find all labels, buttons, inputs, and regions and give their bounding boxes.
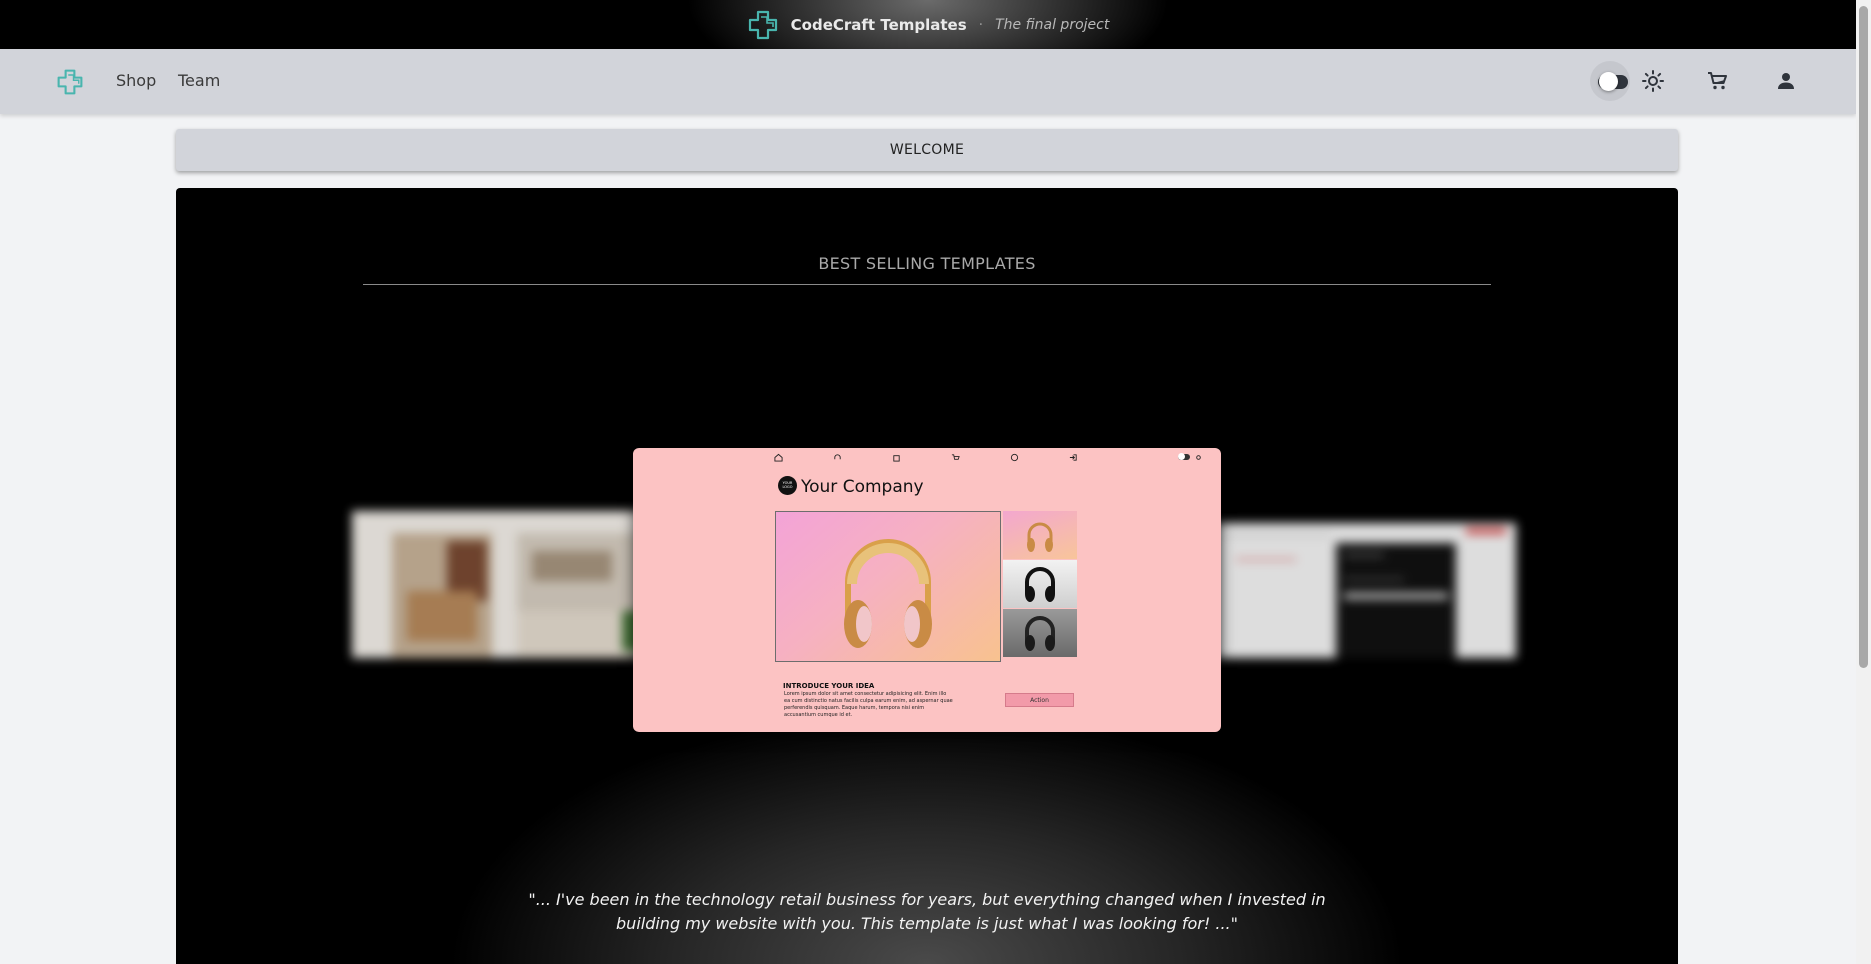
title-divider [363, 284, 1491, 285]
interior-template-thumbnail [352, 511, 642, 658]
codecraft-logo-icon[interactable] [747, 9, 779, 41]
home-logo-icon[interactable] [56, 68, 84, 96]
template-preview-right[interactable] [1216, 523, 1516, 658]
brand-name: CodeCraft Templates [790, 15, 967, 34]
tagline: The final project [995, 16, 1110, 33]
nav-link-team[interactable]: Team [178, 71, 220, 90]
separator: · [978, 16, 984, 33]
headphones-illustration [844, 539, 932, 648]
mini-account-icon [1010, 453, 1019, 462]
mini-login-icon [1069, 454, 1077, 461]
top-banner: CodeCraft Templates · The final project [0, 0, 1856, 49]
company-logo: YOUR LOGO [778, 476, 797, 495]
mini-home-icon [774, 453, 783, 462]
user-icon[interactable] [1774, 69, 1798, 93]
scrollbar-thumb[interactable] [1859, 6, 1868, 668]
thumbnail-dark-headphones[interactable] [1003, 609, 1077, 657]
sun-icon[interactable] [1641, 69, 1665, 93]
company-name: Your Company [801, 477, 924, 497]
nav-link-shop[interactable]: Shop [116, 71, 156, 90]
mini-theme-toggle [1178, 453, 1190, 460]
page-scrollbar[interactable] [1856, 0, 1871, 964]
best-selling-showcase: BEST SELLING TEMPLATES YOUR LOGO Your Co… [176, 188, 1678, 964]
testimonial-line-2: building my website with you. This templ… [616, 914, 1238, 933]
mini-cart-icon [951, 454, 960, 460]
main-navbar: Shop Team [0, 49, 1856, 114]
mini-bag-icon [893, 455, 900, 462]
section-title: BEST SELLING TEMPLATES [818, 254, 1036, 273]
welcome-bar[interactable]: WELCOME [176, 129, 1678, 171]
dark-headphones-icon [1025, 616, 1055, 651]
welcome-label: WELCOME [889, 142, 965, 158]
theme-toggle[interactable] [1590, 61, 1630, 101]
gold-headphones-icon [1027, 522, 1053, 552]
testimonial-quote: "... I've been in the technology retail … [176, 888, 1678, 936]
toggle-track [1598, 72, 1628, 91]
toggle-knob [1599, 72, 1618, 91]
mini-sun-icon [1196, 455, 1201, 460]
intro-text: Lorem ipsum dolor sit amet consectetur a… [784, 691, 953, 718]
action-button[interactable]: Action [1005, 693, 1074, 707]
testimonial-line-1: "... I've been in the technology retail … [528, 890, 1326, 909]
intro-heading: INTRODUCE YOUR IDEA [783, 682, 875, 690]
thumbnail-gold-headphones[interactable] [1003, 511, 1077, 559]
cart-icon[interactable] [1706, 69, 1730, 93]
dashboard-template-thumbnail [1216, 523, 1516, 658]
black-headphones-icon [1025, 567, 1055, 602]
featured-template-card[interactable]: YOUR LOGO Your Company INTRODUCE YOUR ID… [633, 448, 1221, 732]
mini-headphones-icon [834, 454, 841, 460]
template-preview-left[interactable] [352, 511, 642, 658]
thumbnail-black-headphones[interactable] [1003, 560, 1077, 608]
hero-image-headphones [775, 511, 1001, 662]
